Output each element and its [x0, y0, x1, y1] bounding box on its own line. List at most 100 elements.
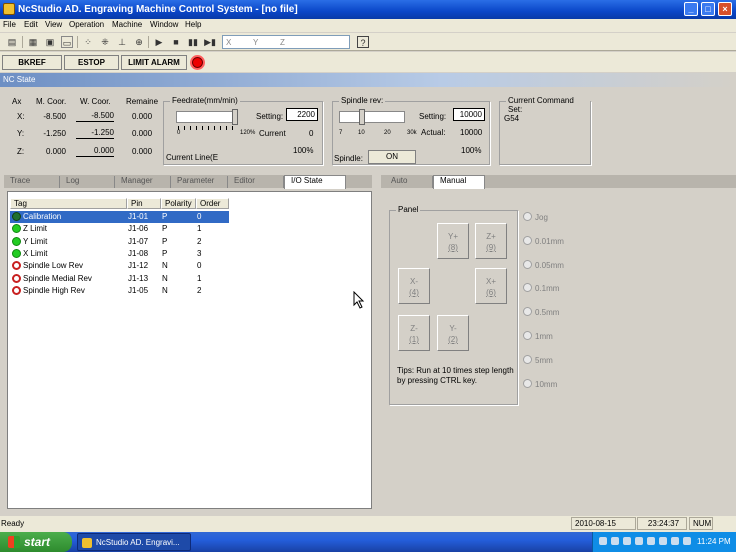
table-row[interactable]: Spindle Low Rev J1-12 N 0 [10, 260, 229, 272]
io-order: 2 [197, 285, 202, 295]
tab-trace[interactable]: Trace [4, 176, 60, 188]
col-header-tag[interactable]: Tag [10, 198, 127, 209]
minimize-button[interactable]: _ [684, 2, 698, 16]
spindle-on-button[interactable]: ON [368, 150, 416, 164]
alarm-lamp-icon [190, 55, 205, 70]
tab-manual[interactable]: Manual [433, 175, 485, 189]
help-icon[interactable]: ? [357, 36, 369, 48]
tab-io-state[interactable]: I/O State [284, 175, 346, 189]
jog-yminus-key: (2) [448, 335, 458, 344]
axis-x-label: X: [17, 112, 25, 121]
jog-icon[interactable]: ⁘ [82, 36, 94, 48]
jog-zplus-button[interactable]: Z+ (9) [475, 223, 507, 259]
close-button[interactable]: × [718, 2, 732, 16]
tray-clock[interactable]: 11:24 PM [697, 537, 731, 546]
tray-update-icon[interactable] [635, 537, 643, 545]
jog-yplus-button[interactable]: Y+ (8) [437, 223, 469, 259]
tab-parameter[interactable]: Parameter [171, 176, 228, 188]
origin-icon[interactable]: ⊕ [133, 36, 145, 48]
io-polarity: N [162, 285, 168, 295]
io-tag: Spindle High Rev [23, 285, 85, 295]
x-mcoor: -8.500 [43, 112, 66, 121]
step-radio-6[interactable] [523, 354, 532, 364]
tray-display-icon[interactable] [659, 537, 667, 545]
panel-title: Panel [396, 205, 421, 214]
step-radio-0[interactable] [523, 212, 532, 221]
spindle-setting-field[interactable]: 10000 [453, 108, 485, 121]
menu-machine[interactable]: Machine [112, 20, 142, 29]
table-row[interactable]: X Limit J1-08 P 3 [10, 248, 229, 260]
table-row[interactable]: Spindle High Rev J1-05 N 2 [10, 285, 229, 297]
nc-state-panel: Ax M. Coor. W. Coor. Remaine X: -8.500 -… [0, 87, 736, 172]
display-icon[interactable]: ▭ [61, 36, 73, 48]
toolpath-icon[interactable]: ▦ [27, 36, 39, 48]
coord-x-label: X [226, 38, 232, 47]
taskbar: start NcStudio AD. Engravi... 11:24 PM [0, 532, 736, 552]
table-row[interactable]: Calibration J1-01 P 0 [10, 211, 229, 223]
app-icon [3, 3, 15, 15]
start-button[interactable]: start [0, 532, 72, 552]
feedrate-setting-field[interactable]: 2200 [286, 108, 318, 121]
pause-icon[interactable]: ▮▮ [187, 36, 199, 48]
tray-volume-icon[interactable] [611, 537, 619, 545]
table-row[interactable]: Z Limit J1-06 P 1 [10, 223, 229, 235]
io-order: 1 [197, 273, 202, 283]
tab-log[interactable]: Log [60, 176, 115, 188]
jog-zminus-button[interactable]: Z- (1) [398, 315, 430, 351]
view-icon[interactable]: ▣ [44, 36, 56, 48]
spindle-slider-thumb[interactable] [359, 109, 365, 125]
play-icon[interactable]: ▶ [153, 36, 165, 48]
step-radio-7[interactable] [523, 378, 532, 388]
menu-view[interactable]: View [45, 20, 62, 29]
taskbar-item-ncstudio[interactable]: NcStudio AD. Engravi... [77, 533, 191, 551]
io-status-icon [12, 224, 21, 234]
io-status-icon [12, 285, 21, 295]
bkref-button[interactable]: BKREF [2, 55, 62, 70]
menu-edit[interactable]: Edit [24, 20, 38, 29]
step-radio-1[interactable] [523, 235, 532, 245]
tray-antivirus-icon[interactable] [647, 537, 655, 545]
io-pin: J1-12 [128, 261, 149, 271]
step-radio-2[interactable] [523, 259, 532, 269]
home-icon[interactable]: ⊥ [116, 36, 128, 48]
command-set-group: Current Command Set: G54 [499, 96, 591, 165]
col-header-polarity[interactable]: Polarity [161, 198, 196, 209]
feedrate-scale-min: 0 [177, 130, 181, 136]
axis-icon[interactable]: ⁜ [99, 36, 111, 48]
tray-network-icon[interactable] [599, 537, 607, 545]
step-icon[interactable]: ▶▮ [204, 36, 216, 48]
io-status-icon [12, 248, 21, 258]
menu-operation[interactable]: Operation [69, 20, 104, 29]
command-set-title: Current Command Set: [506, 96, 590, 114]
feedrate-current-value: 0 [309, 129, 314, 138]
jog-yminus-button[interactable]: Y- (2) [437, 315, 469, 351]
tab-auto[interactable]: Auto [385, 176, 433, 188]
maximize-button[interactable]: □ [701, 2, 715, 16]
step-radio-5[interactable] [523, 331, 532, 340]
feedrate-slider[interactable] [176, 111, 234, 123]
menu-help[interactable]: Help [185, 20, 201, 29]
tab-editor[interactable]: Editor [228, 176, 284, 188]
tray-misc-icon[interactable] [683, 537, 691, 545]
table-row[interactable]: Y Limit J1-07 P 2 [10, 236, 229, 248]
tab-manager[interactable]: Manager [115, 176, 171, 188]
limit-alarm-button[interactable]: LIMIT ALARM [121, 55, 187, 70]
jog-xminus-button[interactable]: X- (4) [398, 268, 430, 304]
spindle-slider[interactable] [339, 111, 405, 123]
menu-window[interactable]: Window [150, 20, 178, 29]
tray-messenger-icon[interactable] [671, 537, 679, 545]
feedrate-slider-thumb[interactable] [232, 109, 238, 125]
stop-icon[interactable]: ■ [170, 36, 182, 48]
feedrate-setting-label: Setting: [256, 112, 284, 121]
estop-button[interactable]: ESTOP [64, 55, 119, 70]
table-row[interactable]: Spindle Medial Rev J1-13 N 1 [10, 273, 229, 285]
tray-security-icon[interactable] [623, 537, 631, 545]
step-radio-4[interactable] [523, 307, 532, 317]
io-polarity: P [162, 248, 168, 258]
jog-xplus-button[interactable]: X+ (6) [475, 268, 507, 304]
col-header-pin[interactable]: Pin [127, 198, 161, 209]
step-radio-3[interactable] [523, 283, 532, 293]
menu-file[interactable]: File [3, 20, 16, 29]
col-header-order[interactable]: Order [196, 198, 229, 209]
open-file-icon[interactable]: ▤ [6, 36, 18, 48]
